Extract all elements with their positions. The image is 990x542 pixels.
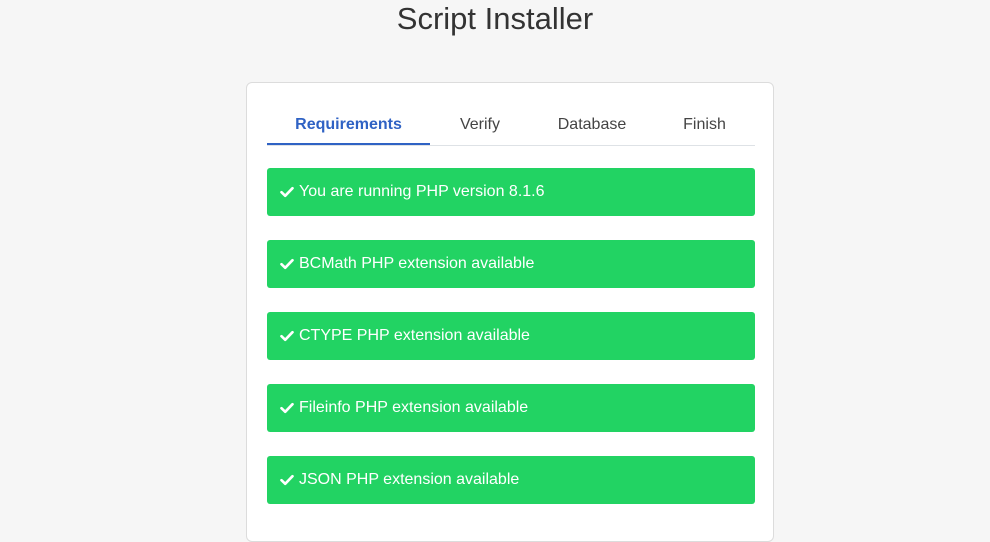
requirement-fileinfo: Fileinfo PHP extension available	[267, 384, 755, 432]
requirement-bcmath: BCMath PHP extension available	[267, 240, 755, 288]
check-icon	[279, 400, 295, 416]
check-icon	[279, 472, 295, 488]
requirement-text: BCMath PHP extension available	[299, 255, 535, 272]
check-icon	[279, 328, 295, 344]
tab-database[interactable]: Database	[530, 105, 654, 145]
tab-finish[interactable]: Finish	[654, 105, 755, 145]
requirement-json: JSON PHP extension available	[267, 456, 755, 504]
requirement-ctype: CTYPE PHP extension available	[267, 312, 755, 360]
installer-card: Requirements Verify Database Finish You …	[246, 82, 774, 542]
check-icon	[279, 256, 295, 272]
installer-tabs: Requirements Verify Database Finish	[267, 105, 755, 146]
requirement-text: Fileinfo PHP extension available	[299, 399, 529, 416]
tab-requirements[interactable]: Requirements	[267, 105, 430, 145]
requirement-php-version: You are running PHP version 8.1.6	[267, 168, 755, 216]
page-title: Script Installer	[396, 1, 594, 36]
requirement-text: JSON PHP extension available	[299, 471, 520, 488]
requirements-list: You are running PHP version 8.1.6 BCMath…	[267, 168, 755, 528]
tab-verify[interactable]: Verify	[430, 105, 530, 145]
requirement-text: You are running PHP version 8.1.6	[299, 183, 545, 200]
requirement-text: CTYPE PHP extension available	[299, 327, 530, 344]
check-icon	[279, 184, 295, 200]
